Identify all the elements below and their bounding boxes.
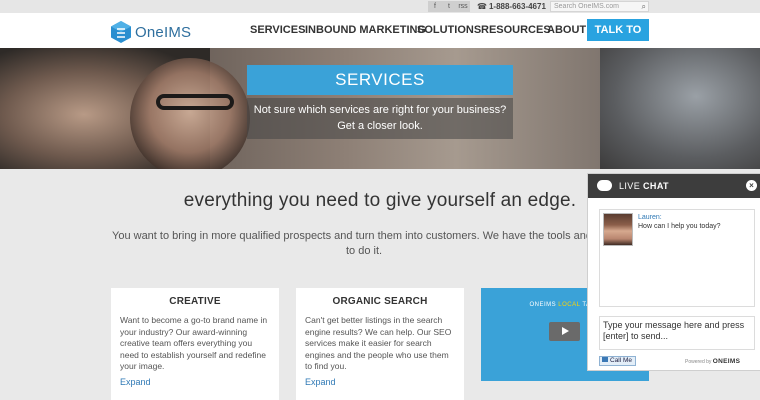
hero-person-photo (130, 58, 250, 169)
card-title: ORGANIC SEARCH (332, 296, 428, 307)
card-body: Want to become a go-to brand name in you… (120, 315, 268, 371)
logo-text: OneIMS (135, 23, 192, 41)
hero-subtitle-line1: Not sure which services are right for yo… (253, 104, 507, 116)
nav-about[interactable]: ABOUT (547, 13, 586, 48)
rss-icon[interactable]: rss (456, 1, 470, 12)
logo[interactable]: OneIMS (110, 19, 191, 45)
agent-avatar (603, 213, 633, 246)
nav-services[interactable]: SERVICES (250, 13, 305, 48)
logo-cube-icon (110, 20, 132, 44)
chat-bubble-icon (597, 180, 612, 191)
site-header: OneIMS SERVICES INBOUND MARKETING SOLUTI… (0, 13, 760, 58)
card-title: CREATIVE (169, 296, 221, 307)
search-input[interactable]: Search OneIMS.com ⌕ (550, 1, 649, 12)
card-body: Can't get better listings in the search … (305, 315, 452, 371)
facebook-icon[interactable]: f (428, 1, 442, 12)
agent-name: Lauren: (638, 214, 662, 221)
phone-icon: ☎ (477, 2, 487, 11)
phone-icon (602, 357, 608, 362)
chat-title-light: LIVE (619, 181, 641, 191)
powered-by-text: Powered by (685, 359, 712, 365)
talk-to-us-button[interactable]: TALK TO US (587, 19, 649, 58)
hero-subtitle-line2: Get a closer look. (337, 120, 423, 132)
agent-message: How can I help you today? (638, 223, 721, 230)
service-card-organic-search: ORGANIC SEARCH Can't get better listings… (296, 288, 464, 400)
hero-subtitle: Not sure which services are right for yo… (247, 98, 513, 139)
service-card-creative: CREATIVE Want to become a go-to brand na… (111, 288, 279, 400)
hero-title: SERVICES (247, 65, 513, 95)
hero-background-right (600, 48, 760, 169)
chat-message-log: Lauren: How can I help you today? (599, 209, 755, 307)
call-me-button[interactable]: Call Me (599, 356, 637, 366)
twitter-icon[interactable]: t (442, 1, 456, 12)
expand-link[interactable]: Expand (120, 377, 151, 387)
nav-resources[interactable]: RESOURCES (481, 13, 551, 48)
chat-title-bold: CHAT (643, 181, 669, 191)
top-utility-bar: f t rss g+ ☎1-888-663-4671 Search OneIMS… (0, 0, 760, 13)
phone-text: 1-888-663-4671 (488, 2, 546, 11)
chat-header[interactable]: LIVE CHAT × (588, 174, 760, 198)
hero-glasses-shape (156, 94, 234, 110)
powered-by: Powered by ONEIMS (685, 358, 740, 366)
expand-link[interactable]: Expand (305, 377, 336, 387)
call-me-label: Call Me (610, 357, 633, 364)
video-title-local: LOCAL (558, 302, 581, 308)
page: f t rss g+ ☎1-888-663-4671 Search OneIMS… (0, 0, 760, 400)
intro-text-line2: to do it. (346, 245, 383, 257)
phone-number[interactable]: ☎ 1-888-663-4671 (477, 0, 546, 13)
nav-inbound-marketing[interactable]: INBOUND MARKETING (305, 13, 426, 48)
chat-message-input[interactable]: Type your message here and press [enter]… (599, 316, 755, 350)
hero-banner: SERVICES Not sure which services are rig… (0, 48, 760, 169)
close-icon[interactable]: × (746, 180, 757, 191)
nav-solutions[interactable]: SOLUTIONS (417, 13, 481, 48)
play-button-icon[interactable] (549, 322, 580, 341)
search-placeholder: Search OneIMS.com (554, 3, 619, 10)
powered-by-brand: ONEIMS (712, 358, 741, 365)
search-icon[interactable]: ⌕ (642, 2, 646, 11)
live-chat-widget: LIVE CHAT × Lauren: How can I help you t… (587, 173, 760, 371)
video-title-prefix: ONEIMS (529, 302, 557, 308)
chat-title: LIVE CHAT (619, 174, 669, 198)
